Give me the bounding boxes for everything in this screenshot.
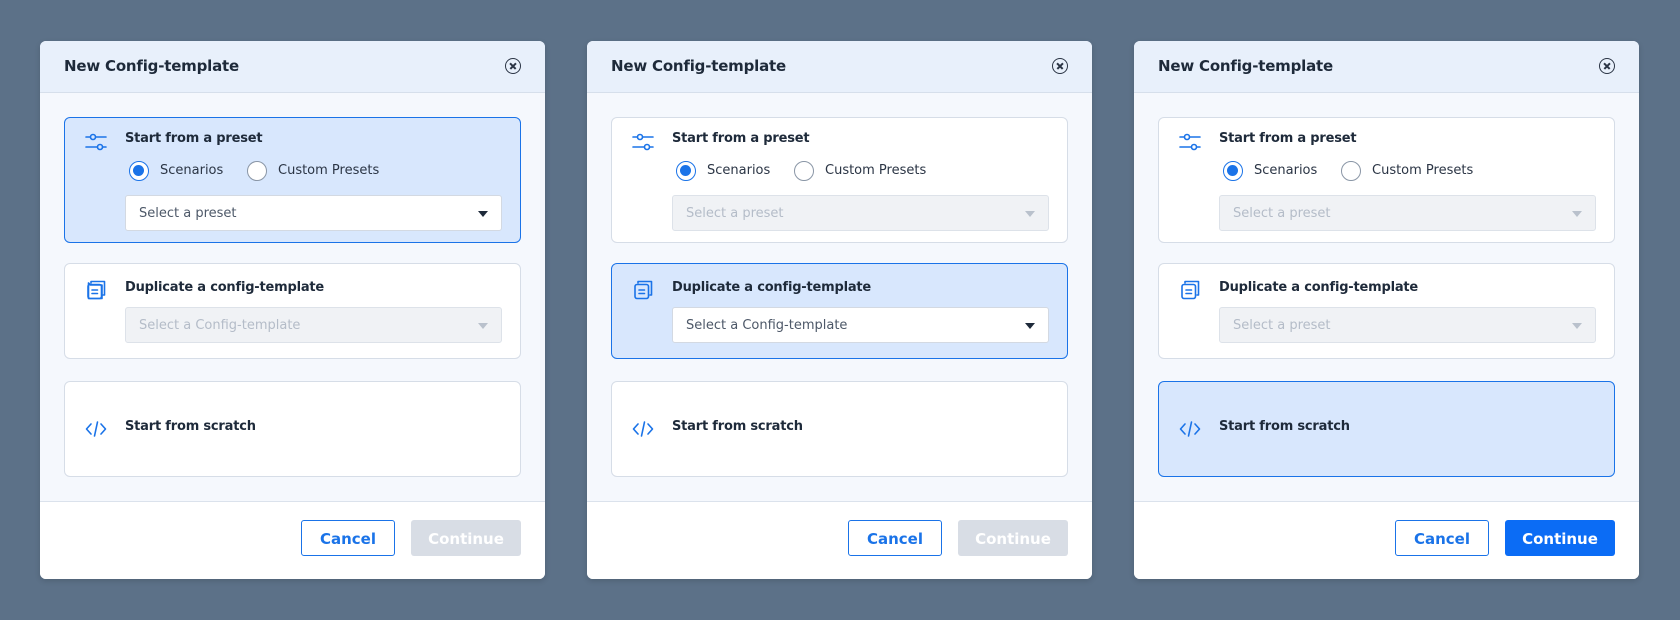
- copy-icon: [87, 280, 106, 300]
- radio-custom-presets-label: Custom Presets: [825, 163, 927, 178]
- dialog-footer: Cancel Continue: [40, 501, 545, 579]
- radio-scenarios[interactable]: [1223, 161, 1243, 181]
- preset-option-card[interactable]: Start from a preset Scenarios Custom Pre…: [611, 117, 1068, 243]
- continue-button[interactable]: Continue: [1505, 520, 1615, 556]
- preset-option-card[interactable]: Start from a preset Scenarios Custom Pre…: [64, 117, 521, 243]
- cancel-button[interactable]: Cancel: [1395, 520, 1489, 556]
- dialog-new-config-template-3: New Config-template Start from a preset …: [1134, 41, 1639, 579]
- chevron-down-icon: [1572, 323, 1582, 329]
- preset-card-label: Start from a preset: [125, 131, 263, 146]
- radio-scenarios-label: Scenarios: [1254, 163, 1318, 178]
- continue-button[interactable]: Continue: [958, 520, 1068, 556]
- radio-scenarios-label: Scenarios: [707, 163, 771, 178]
- config-template-select-placeholder: Select a preset: [1233, 318, 1331, 333]
- dialog-title: New Config-template: [611, 57, 786, 75]
- preset-select[interactable]: Select a preset: [1219, 195, 1596, 231]
- preset-select-placeholder: Select a preset: [139, 206, 237, 221]
- chevron-down-icon: [1025, 323, 1035, 329]
- cancel-button[interactable]: Cancel: [301, 520, 395, 556]
- dialog-title: New Config-template: [1158, 57, 1333, 75]
- dialog-header: New Config-template: [1134, 41, 1639, 93]
- radio-scenarios-label: Scenarios: [160, 163, 224, 178]
- close-icon[interactable]: [1052, 58, 1068, 74]
- radio-custom-presets[interactable]: [1341, 161, 1361, 181]
- code-icon: [632, 421, 654, 437]
- cancel-button[interactable]: Cancel: [848, 520, 942, 556]
- preset-card-label: Start from a preset: [672, 131, 810, 146]
- code-icon: [1179, 421, 1201, 437]
- config-template-select-placeholder: Select a Config-template: [686, 318, 848, 333]
- scratch-option-card[interactable]: Start from scratch: [1158, 381, 1615, 477]
- code-icon: [85, 421, 107, 437]
- dialog-header: New Config-template: [40, 41, 545, 93]
- dialog-new-config-template-2: New Config-template Start from a preset …: [587, 41, 1092, 579]
- dialog-header: New Config-template: [587, 41, 1092, 93]
- scratch-option-card[interactable]: Start from scratch: [64, 381, 521, 477]
- continue-button[interactable]: Continue: [411, 520, 521, 556]
- radio-scenarios[interactable]: [129, 161, 149, 181]
- preset-card-label: Start from a preset: [1219, 131, 1357, 146]
- dialog-title: New Config-template: [64, 57, 239, 75]
- duplicate-card-label: Duplicate a config-template: [672, 280, 872, 295]
- dialog-new-config-template-1: New Config-template Start from a preset …: [40, 41, 545, 579]
- sliders-icon: [85, 133, 107, 151]
- close-icon[interactable]: [1599, 58, 1615, 74]
- radio-custom-presets-label: Custom Presets: [1372, 163, 1474, 178]
- preset-select-placeholder: Select a preset: [686, 206, 784, 221]
- chevron-down-icon: [1025, 211, 1035, 217]
- preset-select[interactable]: Select a preset: [125, 195, 502, 231]
- radio-custom-presets[interactable]: [794, 161, 814, 181]
- radio-scenarios[interactable]: [676, 161, 696, 181]
- dialog-footer: Cancel Continue: [587, 501, 1092, 579]
- close-icon[interactable]: [505, 58, 521, 74]
- sliders-icon: [1179, 133, 1201, 151]
- duplicate-card-label: Duplicate a config-template: [1219, 280, 1419, 295]
- radio-custom-presets[interactable]: [247, 161, 267, 181]
- chevron-down-icon: [478, 323, 488, 329]
- duplicate-option-card[interactable]: Duplicate a config-template Select a Con…: [64, 263, 521, 359]
- preset-select-placeholder: Select a preset: [1233, 206, 1331, 221]
- scratch-card-label: Start from scratch: [125, 419, 256, 434]
- preset-select[interactable]: Select a preset: [672, 195, 1049, 231]
- config-template-select[interactable]: Select a Config-template: [672, 307, 1049, 343]
- scratch-card-label: Start from scratch: [1219, 419, 1350, 434]
- copy-icon: [634, 280, 653, 300]
- dialog-footer: Cancel Continue: [1134, 501, 1639, 579]
- chevron-down-icon: [1572, 211, 1582, 217]
- scratch-option-card[interactable]: Start from scratch: [611, 381, 1068, 477]
- scratch-card-label: Start from scratch: [672, 419, 803, 434]
- duplicate-option-card[interactable]: Duplicate a config-template Select a pre…: [1158, 263, 1615, 359]
- duplicate-card-label: Duplicate a config-template: [125, 280, 325, 295]
- preset-option-card[interactable]: Start from a preset Scenarios Custom Pre…: [1158, 117, 1615, 243]
- config-template-select-placeholder: Select a Config-template: [139, 318, 301, 333]
- config-template-select[interactable]: Select a Config-template: [125, 307, 502, 343]
- radio-custom-presets-label: Custom Presets: [278, 163, 380, 178]
- duplicate-option-card[interactable]: Duplicate a config-template Select a Con…: [611, 263, 1068, 359]
- chevron-down-icon: [478, 211, 488, 217]
- copy-icon: [1181, 280, 1200, 300]
- sliders-icon: [632, 133, 654, 151]
- config-template-select[interactable]: Select a preset: [1219, 307, 1596, 343]
